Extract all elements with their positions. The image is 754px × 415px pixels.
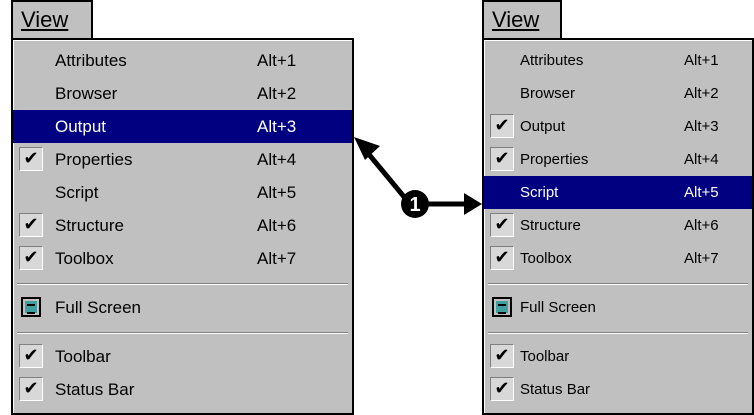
- checkmark-icon: ✔: [19, 377, 43, 401]
- menu-item-attributes[interactable]: Attributes Alt+1: [484, 44, 752, 77]
- menu-item-label: Browser: [520, 85, 576, 102]
- checkmark-icon: ✔: [19, 213, 43, 237]
- menu-item-shortcut: Alt+3: [684, 118, 719, 135]
- menu-item-label: Toolbar: [520, 348, 570, 365]
- full-screen-icon: [492, 297, 512, 317]
- menu-item-shortcut: Alt+4: [257, 150, 297, 169]
- menu-item-shortcut: Alt+4: [684, 151, 719, 168]
- menu-item-toolbar[interactable]: ✔ Toolbar: [484, 340, 752, 373]
- menu-item-attributes[interactable]: Attributes Alt+1: [13, 44, 352, 77]
- menu-item-shortcut: Alt+6: [684, 217, 719, 234]
- menu-item-label: Browser: [55, 84, 118, 103]
- menu-item-structure[interactable]: ✔ Structure Alt+6: [484, 209, 752, 242]
- menu-item-label: Full Screen: [520, 299, 596, 316]
- menu-separator: [488, 283, 748, 285]
- menu-item-shortcut: Alt+7: [684, 250, 719, 267]
- menu-item-label: Attributes: [520, 52, 584, 69]
- view-menu-title[interactable]: View: [11, 0, 93, 40]
- menu-item-label: Full Screen: [55, 298, 141, 317]
- checkmark-icon: ✔: [490, 114, 514, 138]
- menu-item-script[interactable]: Script Alt+5: [13, 176, 352, 209]
- menu-separator: [488, 332, 748, 334]
- view-menu-before: View Attributes Alt+1 Browser Alt+2 Outp…: [11, 0, 354, 415]
- menu-item-label: Toolbar: [55, 347, 111, 366]
- menu-item-label: Status Bar: [55, 380, 135, 399]
- arrowhead-up-icon: [354, 137, 380, 160]
- menu-item-browser[interactable]: Browser Alt+2: [484, 77, 752, 110]
- menu-item-output[interactable]: ✔ Output Alt+3: [484, 110, 752, 143]
- menu-item-label: Attributes: [55, 51, 127, 70]
- menu-item-toolbar[interactable]: ✔ Toolbar: [13, 340, 352, 373]
- menu-item-structure[interactable]: ✔ Structure Alt+6: [13, 209, 352, 242]
- menu-item-label: Output: [520, 118, 566, 135]
- menu-item-shortcut: Alt+2: [684, 85, 719, 102]
- checkmark-icon: ✔: [490, 213, 514, 237]
- menu-item-label: Output: [55, 117, 107, 136]
- view-menu-dropdown: Attributes Alt+1 Browser Alt+2 Output Al…: [11, 38, 354, 415]
- menu-item-output[interactable]: Output Alt+3: [13, 110, 352, 143]
- menu-separator: [17, 283, 348, 285]
- arrow-to-output-icon: [360, 144, 412, 206]
- menu-item-full-screen[interactable]: Full Screen: [484, 291, 752, 324]
- menu-item-status-bar[interactable]: ✔ Status Bar: [484, 373, 752, 406]
- menu-item-status-bar[interactable]: ✔ Status Bar: [13, 373, 352, 406]
- menu-item-toolbox[interactable]: ✔ Toolbox Alt+7: [484, 242, 752, 275]
- view-menu-title[interactable]: View: [482, 0, 562, 40]
- menu-item-label: Toolbox: [55, 249, 114, 268]
- menu-separator: [17, 332, 348, 334]
- menu-item-label: Structure: [520, 217, 581, 234]
- checkmark-icon: ✔: [19, 344, 43, 368]
- checkmark-icon: ✔: [490, 344, 514, 368]
- step-badge: [401, 190, 429, 218]
- menu-item-label: Structure: [55, 216, 124, 235]
- menu-item-shortcut: Alt+5: [257, 183, 297, 202]
- menu-item-shortcut: Alt+1: [684, 52, 719, 69]
- menu-item-shortcut: Alt+3: [257, 117, 297, 136]
- menu-item-toolbox[interactable]: ✔ Toolbox Alt+7: [13, 242, 352, 275]
- checkmark-icon: ✔: [19, 246, 43, 270]
- menu-item-script[interactable]: Script Alt+5: [484, 176, 752, 209]
- menu-item-browser[interactable]: Browser Alt+2: [13, 77, 352, 110]
- menu-item-shortcut: Alt+5: [684, 184, 719, 201]
- menu-item-properties[interactable]: ✔ Properties Alt+4: [13, 143, 352, 176]
- step-number: 1: [409, 194, 420, 216]
- menu-item-label: Toolbox: [520, 250, 572, 267]
- menu-item-full-screen[interactable]: Full Screen: [13, 291, 352, 324]
- menu-item-shortcut: Alt+6: [257, 216, 297, 235]
- view-menu-after: View Attributes Alt+1 Browser Alt+2 ✔ Ou…: [482, 0, 754, 415]
- checkmark-icon: ✔: [490, 246, 514, 270]
- menu-item-shortcut: Alt+1: [257, 51, 297, 70]
- menu-item-shortcut: Alt+7: [257, 249, 297, 268]
- menu-item-label: Properties: [55, 150, 133, 169]
- checkmark-icon: ✔: [490, 147, 514, 171]
- menu-item-label: Script: [55, 183, 99, 202]
- arrowhead-right-icon: [464, 193, 482, 215]
- menu-item-label: Properties: [520, 151, 589, 168]
- menu-item-label: Script: [520, 184, 559, 201]
- menu-item-label: Status Bar: [520, 381, 591, 398]
- menu-item-shortcut: Alt+2: [257, 84, 297, 103]
- full-screen-icon: [21, 297, 41, 317]
- checkmark-icon: ✔: [19, 147, 43, 171]
- menu-item-properties[interactable]: ✔ Properties Alt+4: [484, 143, 752, 176]
- checkmark-icon: ✔: [490, 377, 514, 401]
- view-menu-dropdown: Attributes Alt+1 Browser Alt+2 ✔ Output …: [482, 38, 754, 415]
